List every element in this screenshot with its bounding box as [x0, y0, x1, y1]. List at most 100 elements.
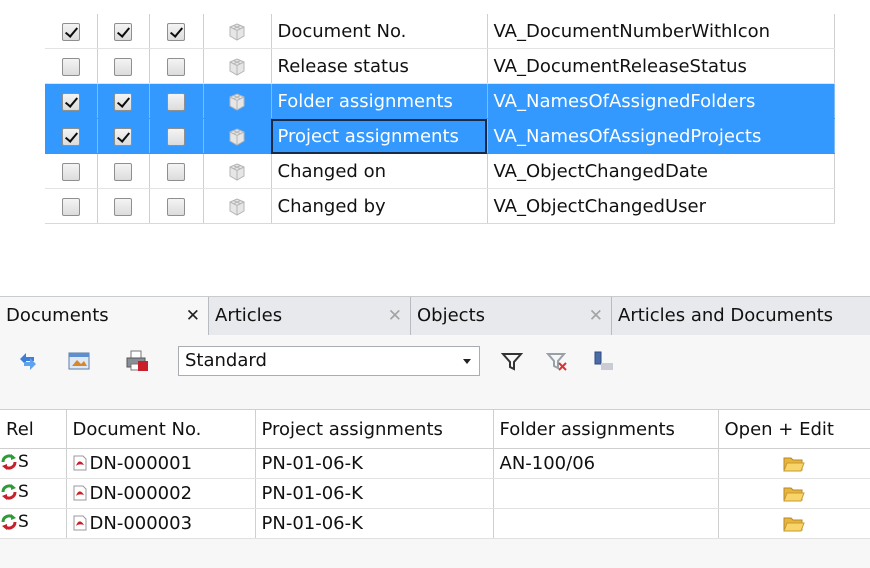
checkbox[interactable] — [61, 162, 80, 181]
release-status-icon — [1, 483, 17, 500]
checkbox[interactable] — [167, 57, 185, 76]
project-assignments-cell[interactable]: PN-01-06-K — [255, 508, 494, 539]
checkbox-cell — [97, 83, 150, 119]
tab-label: Documents — [6, 305, 109, 326]
chevron-down-icon — [463, 359, 471, 364]
checkbox[interactable] — [167, 197, 185, 216]
field-label[interactable]: Folder assignments — [271, 83, 488, 119]
config-row[interactable]: Changed by VA_ObjectChangedUser — [45, 188, 835, 224]
checkbox-cell — [149, 48, 204, 84]
checkbox[interactable] — [114, 197, 132, 216]
icon-cell — [203, 83, 272, 119]
document-no-cell[interactable]: DN-000002 — [66, 478, 256, 509]
project-assignments-cell[interactable]: PN-01-06-K — [255, 478, 494, 509]
project-assignments-cell[interactable]: PN-01-06-K — [255, 448, 494, 479]
column-chooser-icon[interactable] — [592, 349, 616, 373]
checkbox-cell — [45, 83, 98, 119]
clear-filter-icon[interactable] — [545, 349, 569, 373]
document-list: Rel Document No. Project assignments Fol… — [0, 409, 870, 539]
document-pane: Documents ✕ Articles ✕ Objects ✕ Article… — [0, 296, 870, 568]
tab-documents[interactable]: Documents ✕ — [0, 297, 209, 335]
field-name[interactable]: VA_DocumentReleaseStatus — [487, 48, 835, 84]
field-name[interactable]: VA_DocumentNumberWithIcon — [487, 14, 835, 49]
tab-label: Articles — [215, 305, 283, 326]
rel-cell: S — [0, 448, 67, 479]
field-name[interactable]: VA_ObjectChangedUser — [487, 188, 835, 224]
checkbox-cell — [97, 14, 150, 49]
pdf-document-icon — [73, 455, 86, 471]
column-header-document-no[interactable]: Document No. — [66, 409, 256, 449]
checkbox-cell — [45, 153, 98, 189]
checkbox-cell — [97, 153, 150, 189]
icon-cell — [203, 118, 272, 154]
field-icon — [229, 162, 245, 181]
folder-assignments-cell[interactable] — [493, 508, 719, 539]
open-edit-cell[interactable] — [718, 448, 870, 479]
checkbox[interactable] — [61, 57, 80, 76]
folder-assignments-cell[interactable] — [493, 478, 719, 509]
rel-status-text: S — [18, 511, 29, 532]
rel-status-text: S — [18, 451, 29, 472]
refresh-icon[interactable] — [16, 349, 40, 373]
document-no-text: DN-000003 — [89, 513, 193, 534]
checkbox[interactable] — [114, 22, 132, 41]
document-no-cell[interactable]: DN-000003 — [66, 508, 256, 539]
checkbox[interactable] — [114, 127, 132, 146]
checkbox[interactable] — [61, 22, 80, 41]
column-header-project-assignments[interactable]: Project assignments — [255, 409, 494, 449]
checkbox[interactable] — [114, 162, 132, 181]
print-icon[interactable] — [125, 349, 149, 373]
field-label[interactable]: Changed on — [271, 153, 488, 189]
field-name[interactable]: VA_ObjectChangedDate — [487, 153, 835, 189]
checkbox[interactable] — [114, 57, 132, 76]
close-icon[interactable]: ✕ — [589, 297, 603, 335]
field-label[interactable]: Project assignments — [271, 118, 488, 154]
checkbox[interactable] — [61, 92, 80, 111]
config-row[interactable]: Document No. VA_DocumentNumberWithIcon — [45, 14, 835, 49]
checkbox[interactable] — [61, 197, 80, 216]
release-status-icon — [1, 453, 17, 470]
field-name[interactable]: VA_NamesOfAssignedFolders — [487, 83, 835, 119]
column-header-folder-assignments[interactable]: Folder assignments — [493, 409, 719, 449]
filter-icon[interactable] — [500, 349, 524, 373]
checkbox[interactable] — [167, 22, 185, 41]
checkbox[interactable] — [167, 92, 185, 111]
config-row[interactable]: Changed on VA_ObjectChangedDate — [45, 153, 835, 189]
open-edit-cell[interactable] — [718, 508, 870, 539]
checkbox-cell — [97, 118, 150, 154]
preview-icon[interactable] — [67, 349, 91, 373]
checkbox[interactable] — [114, 92, 132, 111]
folder-assignments-cell[interactable]: AN-100/06 — [493, 448, 719, 479]
checkbox-cell — [149, 118, 204, 154]
config-row[interactable]: Folder assignments VA_NamesOfAssignedFold… — [45, 83, 835, 119]
column-header-open-edit[interactable]: Open + Edit — [718, 409, 870, 449]
field-name[interactable]: VA_NamesOfAssignedProjects — [487, 118, 835, 154]
field-icon — [229, 197, 245, 216]
field-label[interactable]: Document No. — [271, 14, 488, 49]
config-row[interactable]: Project assignments VA_NamesOfAssignedPro… — [45, 118, 835, 154]
config-row[interactable]: Release status VA_DocumentReleaseStatus — [45, 48, 835, 84]
table-row[interactable]: S DN-000002 PN-01-06-K — [0, 478, 870, 509]
document-no-cell[interactable]: DN-000001 — [66, 448, 256, 479]
rel-cell: S — [0, 478, 67, 509]
checkbox[interactable] — [167, 127, 185, 146]
tab-articles-and-documents[interactable]: Articles and Documents — [612, 297, 870, 335]
table-row[interactable]: S DN-000003 PN-01-06-K — [0, 508, 870, 539]
open-edit-cell[interactable] — [718, 478, 870, 509]
field-label[interactable]: Release status — [271, 48, 488, 84]
checkbox-cell — [45, 48, 98, 84]
pdf-document-icon — [73, 515, 86, 531]
table-row[interactable]: S DN-000001 PN-01-06-K AN-100/06 — [0, 448, 870, 479]
checkbox-cell — [149, 188, 204, 224]
checkbox[interactable] — [61, 127, 80, 146]
tab-articles[interactable]: Articles ✕ — [209, 297, 411, 335]
checkbox[interactable] — [167, 162, 185, 181]
tab-objects[interactable]: Objects ✕ — [411, 297, 612, 335]
view-select[interactable]: Standard — [178, 346, 480, 376]
column-header-rel[interactable]: Rel — [0, 409, 67, 449]
field-label[interactable]: Changed by — [271, 188, 488, 224]
close-icon[interactable]: ✕ — [186, 297, 200, 335]
rel-status-text: S — [18, 481, 29, 502]
close-icon[interactable]: ✕ — [388, 297, 402, 335]
list-header: Rel Document No. Project assignments Fol… — [0, 409, 870, 449]
